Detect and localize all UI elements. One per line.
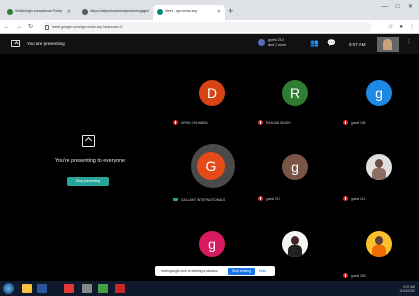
url-text: meet.google.com/rgn-mshs-sxp?authuser=0: [52, 25, 123, 29]
photo-body: [372, 168, 386, 180]
participant-photo: [282, 231, 308, 257]
minimize-button[interactable]: —: [378, 4, 391, 10]
url-field[interactable]: meet.google.com/rgn-mshs-sxp?authuser=0: [42, 22, 372, 32]
maximize-button[interactable]: □: [391, 4, 404, 10]
photo-head: [375, 159, 383, 168]
new-tab-button[interactable]: +: [228, 7, 233, 16]
participant-avatar: g: [366, 80, 392, 106]
menu-icon[interactable]: ⋮: [409, 24, 415, 30]
participant-name: DIPAK CHHABRA: [181, 121, 208, 125]
close-icon[interactable]: ✕: [217, 9, 221, 15]
tab-favicon: [82, 9, 88, 15]
tray-date: 11/04/2020: [399, 289, 415, 293]
photo-head: [291, 236, 299, 245]
participant-photo: [366, 231, 392, 257]
mic-off-icon: [173, 120, 178, 125]
word-icon[interactable]: [37, 284, 47, 293]
hide-button[interactable]: Hide: [259, 269, 266, 273]
taskbar: 9:07 AM 11/04/2020: [0, 281, 419, 296]
participant-name: guest 203: [351, 274, 366, 278]
tab-title: https://dailyeducationalportal.blogspot: [90, 9, 149, 13]
chat-icon[interactable]: 💬: [327, 40, 336, 48]
meet-top-bar: You are presenting guest 210 and 1 more …: [0, 34, 419, 54]
tab-daily-portal[interactable]: https://dailyeducationalportal.blogspot …: [78, 5, 150, 20]
tab-title: Meet - rgn-mshs-sxp: [165, 9, 198, 13]
tab-meet[interactable]: Meet - rgn-mshs-sxp ✕: [153, 5, 225, 20]
close-icon[interactable]: ✕: [142, 9, 146, 15]
photo-head: [375, 236, 383, 245]
close-icon[interactable]: ✕: [67, 9, 71, 15]
tab-favicon: [7, 9, 13, 15]
mic-off-icon: [343, 120, 348, 125]
participant-avatar: G: [197, 152, 225, 180]
tab-strip: Switchingto educational Portal ✕ https:/…: [0, 0, 419, 20]
tab-educational-portal[interactable]: Switchingto educational Portal ✕: [3, 5, 75, 20]
self-view-person: [383, 39, 392, 50]
start-button[interactable]: [3, 283, 14, 294]
stop-sharing-button[interactable]: Stop sharing: [228, 267, 255, 275]
file-explorer-icon[interactable]: [22, 284, 32, 293]
participant-name: guest 217: [266, 197, 281, 201]
mic-off-icon: [258, 196, 263, 201]
people-icon[interactable]: 👥: [310, 40, 319, 48]
more-options-icon[interactable]: ⋮: [406, 38, 412, 45]
lock-icon: [45, 24, 49, 30]
mic-off-icon: [343, 196, 348, 201]
sharing-message: meet.google.com is sharing a window.: [161, 269, 219, 273]
sharing-notification: meet.google.com is sharing a window. Sto…: [155, 266, 275, 276]
photo-body: [372, 245, 386, 257]
clock: 9:07 AM: [349, 42, 366, 47]
participant-name: GALLANT INTERNATIONALS: [181, 198, 226, 202]
self-view-thumbnail[interactable]: [377, 37, 399, 52]
reload-icon[interactable]: ↻: [28, 23, 33, 31]
app-icon[interactable]: [82, 284, 92, 293]
participant-name: guest 212: [351, 197, 366, 201]
tab-title: Switchingto educational Portal: [15, 9, 62, 13]
app-icon[interactable]: [98, 284, 108, 293]
address-bar-row: ← → ↻ meet.google.com/rgn-mshs-sxp?authu…: [0, 20, 419, 34]
presenting-status: You are presenting: [27, 41, 65, 46]
chrome-icon[interactable]: [64, 284, 74, 293]
presenting-heading: You're presenting to everyone: [54, 158, 126, 164]
back-icon[interactable]: ←: [4, 23, 10, 31]
star-icon[interactable]: ☆: [388, 24, 393, 30]
window-controls: — □ ✕: [378, 3, 417, 10]
participant-avatar: g: [199, 231, 225, 257]
stop-presenting-button[interactable]: Stop presenting: [67, 177, 109, 186]
tab-favicon: [157, 9, 163, 15]
mic-off-icon: [258, 120, 263, 125]
participant-photo: [366, 154, 392, 180]
participant-avatar: R: [282, 80, 308, 106]
system-tray: 9:07 AM 11/04/2020: [399, 285, 415, 293]
participant-name: guest 196: [351, 121, 366, 125]
forward-icon[interactable]: →: [16, 23, 22, 31]
address-bar-icons: ☆ ● ⋮: [382, 23, 415, 30]
present-screen-icon: [82, 135, 95, 147]
avatar: [258, 39, 265, 46]
participant-avatar: g: [282, 154, 308, 180]
profile-icon[interactable]: ●: [399, 24, 403, 30]
participants-line-2: and 1 more: [268, 43, 287, 47]
photo-body: [288, 245, 302, 257]
browser-window: Switchingto educational Portal ✕ https:/…: [0, 0, 419, 296]
participant-name: RANJAN SINGH: [266, 121, 291, 125]
mic-off-icon: [343, 273, 348, 278]
participant-avatar: D: [199, 80, 225, 106]
close-window-button[interactable]: ✕: [404, 3, 417, 10]
participants-summary-text: guest 210 and 1 more: [268, 38, 286, 48]
speaking-icon: [173, 198, 178, 201]
app-icon[interactable]: [115, 284, 125, 293]
present-screen-icon: [11, 40, 20, 47]
